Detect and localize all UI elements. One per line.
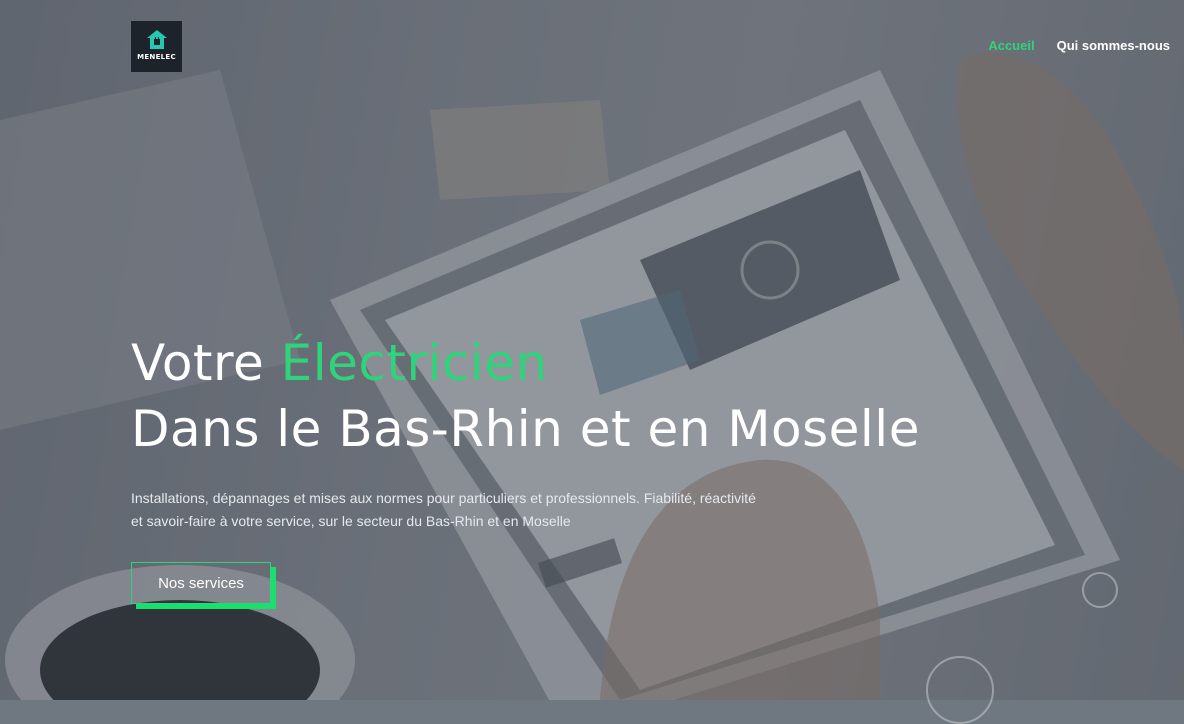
- ring-icon: [926, 656, 994, 724]
- hero-title-prefix: Votre: [131, 334, 281, 392]
- house-plug-icon: [146, 30, 167, 49]
- hero-title-accent: Électricien: [280, 334, 548, 392]
- ring-icon: [1082, 572, 1118, 608]
- hero-title: Votre Électricien Dans le Bas-Rhin et en…: [131, 330, 920, 462]
- hero-title-line2: Dans le Bas-Rhin et en Moselle: [131, 400, 920, 458]
- site-logo[interactable]: MENELEC: [131, 21, 182, 72]
- hero-description: Installations, dépannages et mises aux n…: [131, 490, 756, 529]
- main-nav: Accueil Qui sommes-nous: [988, 38, 1170, 53]
- nav-item-accueil[interactable]: Accueil: [988, 38, 1034, 53]
- services-button[interactable]: Nos services: [131, 562, 271, 604]
- nav-item-qui-sommes-nous[interactable]: Qui sommes-nous: [1057, 38, 1170, 53]
- logo-text: MENELEC: [137, 53, 176, 61]
